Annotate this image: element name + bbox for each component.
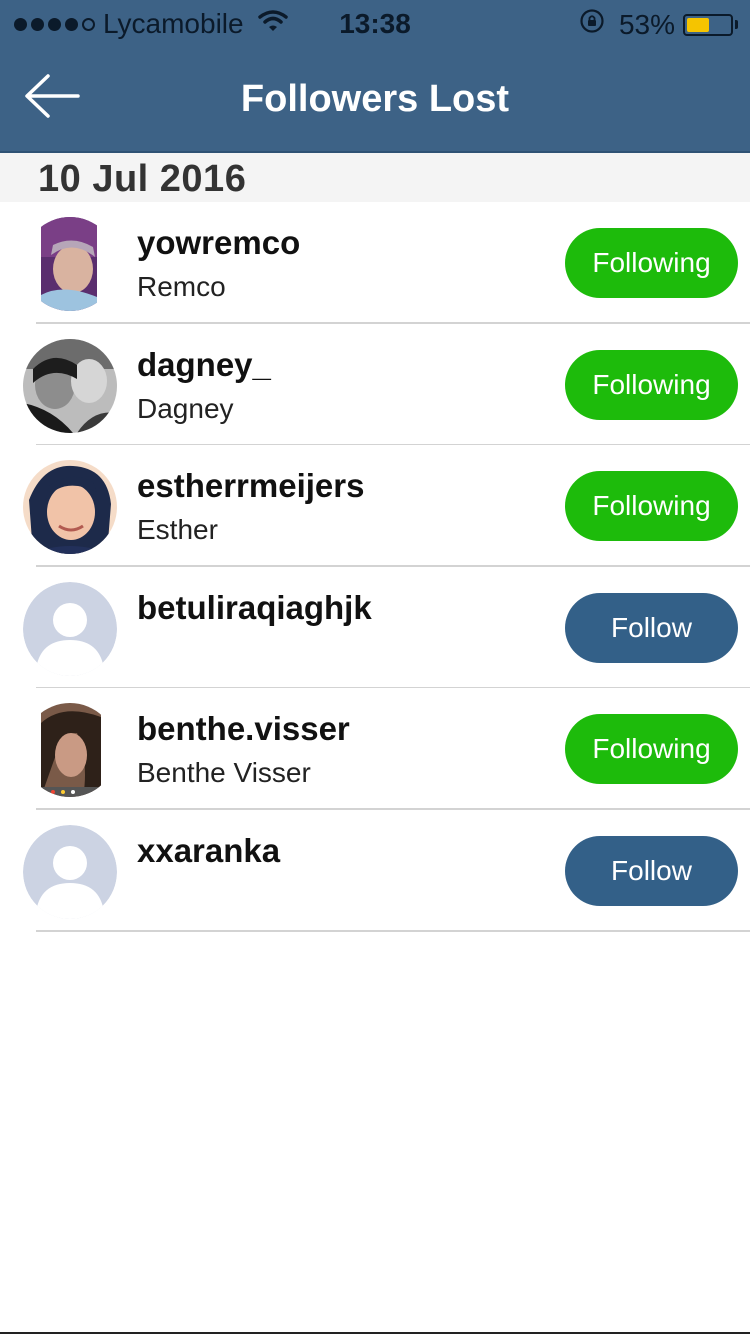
battery-percent: 53% xyxy=(618,8,675,40)
row-divider xyxy=(36,930,750,932)
battery-icon xyxy=(683,13,733,36)
followers-list: yowremco Remco Following dagney_ Dagney … xyxy=(0,202,750,932)
username: estherrmeijers xyxy=(137,467,365,505)
username: betuliraqiaghjk xyxy=(137,588,372,626)
date-section-header: 10 Jul 2016 xyxy=(0,153,750,202)
follow-button[interactable]: Follow xyxy=(565,592,738,663)
list-item[interactable]: betuliraqiaghjk Follow xyxy=(0,567,750,689)
rotation-lock-icon xyxy=(579,8,605,41)
follow-button[interactable]: Follow xyxy=(565,835,738,906)
avatar[interactable] xyxy=(23,338,117,433)
list-item[interactable]: estherrmeijers Esther Following xyxy=(0,445,750,567)
avatar-placeholder-icon[interactable] xyxy=(23,581,117,676)
status-bar: Lycamobile 13:38 53% xyxy=(0,0,750,50)
battery-level-fill xyxy=(687,17,710,32)
list-item[interactable]: dagney_ Dagney Following xyxy=(0,324,750,446)
following-button[interactable]: Following xyxy=(565,228,738,298)
username: yowremco xyxy=(137,224,301,261)
full-name: Benthe Visser xyxy=(137,757,311,789)
status-right: 53% xyxy=(579,8,738,41)
following-button[interactable]: Following xyxy=(565,714,738,785)
full-name: Esther xyxy=(137,514,218,546)
following-button[interactable]: Following xyxy=(565,471,738,542)
username: benthe.visser xyxy=(137,710,350,748)
list-item[interactable]: yowremco Remco Following xyxy=(0,202,750,324)
avatar[interactable] xyxy=(23,703,117,798)
list-item[interactable]: xxaranka Follow xyxy=(0,810,750,932)
avatar-placeholder-icon[interactable] xyxy=(23,824,117,919)
list-item[interactable]: benthe.visser Benthe Visser Following xyxy=(0,688,750,810)
full-name: Dagney xyxy=(137,392,234,424)
avatar[interactable] xyxy=(23,460,117,555)
full-name: Remco xyxy=(137,271,226,302)
following-button[interactable]: Following xyxy=(565,349,738,420)
username: xxaranka xyxy=(137,831,281,869)
avatar[interactable] xyxy=(23,217,117,311)
section-date: 10 Jul 2016 xyxy=(38,158,247,200)
page-title: Followers Lost xyxy=(240,78,510,120)
nav-header: Lycamobile 13:38 53% Followers Lost xyxy=(0,0,750,153)
username: dagney_ xyxy=(137,345,271,383)
battery-tip xyxy=(735,20,738,29)
